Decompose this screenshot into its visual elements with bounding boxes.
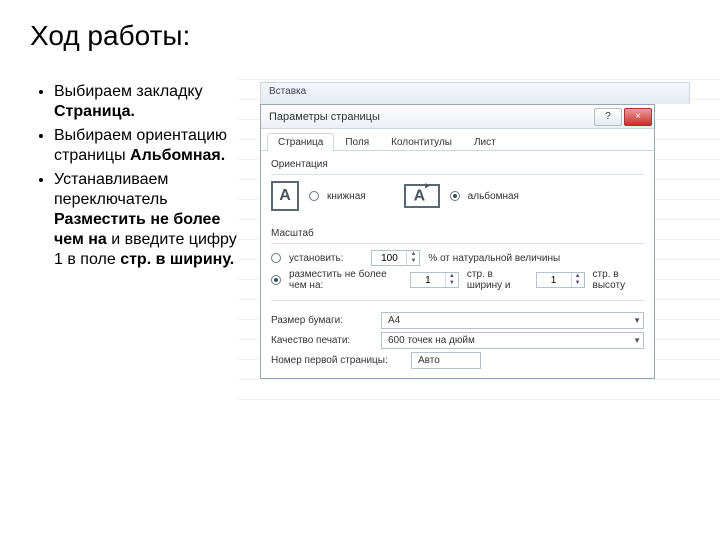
tab-margins[interactable]: Поля	[334, 133, 380, 151]
landscape-radio[interactable]	[450, 191, 460, 201]
tab-headerfooter[interactable]: Колонтитулы	[380, 133, 463, 151]
orientation-group-label: Ориентация	[271, 159, 644, 170]
paper-size-select[interactable]: A4 ▼	[381, 312, 644, 329]
portrait-icon: A	[271, 181, 299, 211]
dialog-tabs: Страница Поля Колонтитулы Лист	[261, 129, 654, 151]
fit-width-suffix: стр. в ширину и	[467, 269, 528, 291]
screenshot-panel: Вставка Параметры страницы ? × Страница …	[260, 82, 690, 379]
first-page-label: Номер первой страницы:	[271, 355, 403, 366]
close-button[interactable]: ×	[624, 108, 652, 126]
list-item: Выбираем ориентацию страницы Альбомная.	[54, 126, 250, 166]
chevron-down-icon: ▼	[633, 316, 641, 325]
scale-fit-label: разместить не более чем на:	[289, 269, 402, 291]
scale-set-label: установить:	[289, 253, 343, 264]
first-page-input[interactable]: Авто	[411, 352, 481, 369]
bullet-list: Выбираем закладку Страница. Выбираем ори…	[40, 82, 250, 379]
tab-sheet[interactable]: Лист	[463, 133, 507, 151]
fit-height-input[interactable]	[537, 275, 571, 286]
landscape-icon: A▸	[404, 184, 440, 208]
scale-percent-suffix: % от натуральной величины	[428, 253, 560, 264]
chevron-down-icon: ▼	[633, 336, 641, 345]
landscape-label: альбомная	[468, 191, 519, 202]
scale-set-radio[interactable]	[271, 253, 281, 263]
fit-height-suffix: стр. в высоту	[593, 269, 644, 291]
fit-width-spinner[interactable]: ▲▼	[410, 272, 459, 288]
scale-percent-input[interactable]	[372, 253, 406, 264]
portrait-label: книжная	[327, 191, 366, 202]
list-item: Выбираем закладку Страница.	[54, 82, 250, 122]
scale-group-label: Масштаб	[271, 228, 644, 239]
fit-height-spinner[interactable]: ▲▼	[536, 272, 585, 288]
print-quality-label: Качество печати:	[271, 335, 373, 346]
slide-title: Ход работы:	[0, 0, 720, 52]
help-button[interactable]: ?	[594, 108, 622, 126]
portrait-radio[interactable]	[309, 191, 319, 201]
fit-width-input[interactable]	[411, 275, 445, 286]
scale-percent-spinner[interactable]: ▲▼	[371, 250, 420, 266]
print-quality-select[interactable]: 600 точек на дюйм ▼	[381, 332, 644, 349]
paper-size-label: Размер бумаги:	[271, 315, 373, 326]
dialog-title: Параметры страницы	[269, 111, 380, 123]
list-item: Устанавливаем переключатель Разместить н…	[54, 170, 250, 270]
scale-fit-radio[interactable]	[271, 275, 281, 285]
ribbon-tab: Вставка	[260, 82, 690, 104]
tab-page[interactable]: Страница	[267, 133, 334, 151]
page-setup-dialog: Параметры страницы ? × Страница Поля Кол…	[260, 104, 655, 379]
